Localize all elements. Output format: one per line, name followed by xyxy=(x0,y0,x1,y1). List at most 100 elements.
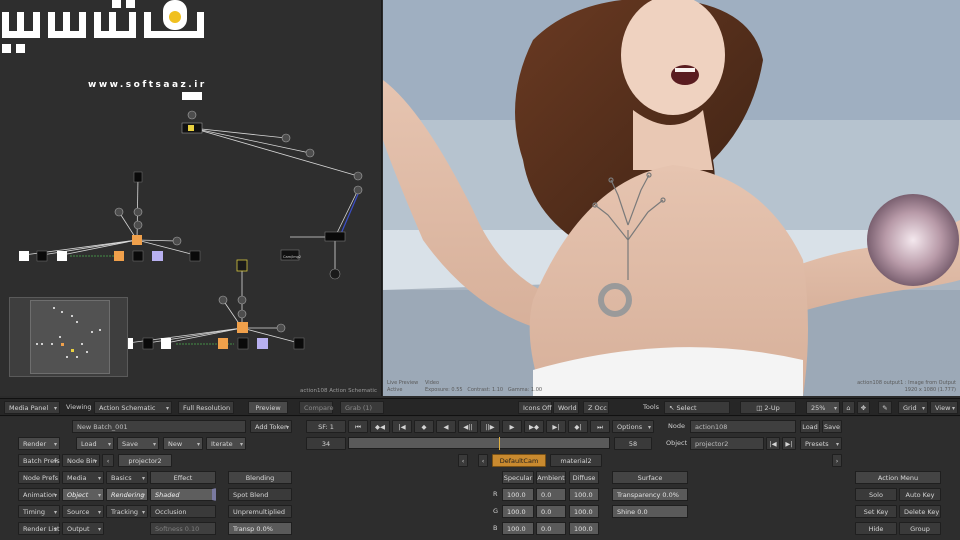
grid-dropdown[interactable]: Grid xyxy=(898,401,928,415)
basics-menu-button[interactable]: Basics xyxy=(106,471,148,485)
diffuse-b-field[interactable]: 100.0 xyxy=(569,522,599,535)
step-forward-icon[interactable]: ▶| xyxy=(546,420,566,433)
render-list-button[interactable]: Render List xyxy=(18,522,60,536)
specular-b-field[interactable]: 100.0 xyxy=(502,522,534,535)
goto-end-icon[interactable]: ⏭ xyxy=(590,420,610,433)
object-name-field[interactable]: projector2 xyxy=(690,437,764,450)
media-menu-button[interactable]: Media xyxy=(62,471,104,485)
view-mode-dropdown[interactable]: Action Schematic xyxy=(94,401,172,415)
tab-defaultcam[interactable]: DefaultCam xyxy=(492,454,546,467)
node-save-button[interactable]: Save xyxy=(822,420,842,433)
icons-off-button[interactable]: Icons Off xyxy=(518,401,552,414)
add-token-dropdown[interactable]: Add Token xyxy=(250,420,292,434)
options-dropdown[interactable]: Options xyxy=(612,420,654,434)
loop-key-icon[interactable]: ◆| xyxy=(568,420,588,433)
frame-back-icon[interactable]: ◀|| xyxy=(458,420,478,433)
ambient-b-field[interactable]: 0.0 xyxy=(536,522,566,535)
iterate-button[interactable]: Iterate xyxy=(206,437,246,451)
prev-object-icon[interactable]: |◀ xyxy=(766,437,780,450)
softness-field[interactable]: Softness 0.10 xyxy=(150,522,216,535)
scroll-right-icon[interactable]: › xyxy=(832,454,842,467)
next-object-icon[interactable]: ▶| xyxy=(782,437,796,450)
select-tool-dropdown[interactable]: ↖ Select xyxy=(664,401,730,414)
preview-button[interactable]: Preview xyxy=(248,401,288,414)
current-frame-field[interactable]: 34 xyxy=(306,437,346,450)
transparency-field[interactable]: Transparency 0.0% xyxy=(612,488,688,501)
ambient-g-field[interactable]: 0.0 xyxy=(536,505,566,518)
scroll-left-icon[interactable]: ‹ xyxy=(458,454,468,467)
step-back-icon[interactable]: |◀ xyxy=(392,420,412,433)
effect-header: Effect xyxy=(150,471,216,484)
load-button[interactable]: Load xyxy=(76,437,114,451)
minimap-viewport[interactable] xyxy=(30,300,110,374)
specular-g-field[interactable]: 100.0 xyxy=(502,505,534,518)
node-bin-button[interactable]: Node Bin xyxy=(62,454,100,468)
viewing-label: Viewing xyxy=(66,403,92,411)
occlusion-toggle[interactable]: Occlusion xyxy=(150,505,216,518)
object-menu-button[interactable]: Object xyxy=(62,488,104,502)
timeline-playhead[interactable] xyxy=(499,437,500,450)
full-resolution-button[interactable]: Full Resolution xyxy=(178,401,234,414)
tab-material[interactable]: material2 xyxy=(550,454,602,467)
timing-menu-button[interactable]: Timing xyxy=(18,505,60,519)
solo-button[interactable]: Solo xyxy=(855,488,897,501)
diffuse-r-field[interactable]: 100.0 xyxy=(569,488,599,501)
transp-field[interactable]: Transp 0.0% xyxy=(228,522,292,535)
home-icon[interactable]: ⌂ xyxy=(842,401,855,414)
z-occ-button[interactable]: Z Occ xyxy=(583,401,609,414)
schematic-minimap[interactable] xyxy=(9,297,128,377)
group-button[interactable]: Group xyxy=(899,522,941,535)
prev-key-icon[interactable]: ◆◀ xyxy=(370,420,390,433)
batch-name-field[interactable]: New Batch_001 xyxy=(72,420,246,433)
play-reverse-icon[interactable]: ◀ xyxy=(436,420,456,433)
end-frame-field[interactable]: 58 xyxy=(614,437,652,450)
hide-button[interactable]: Hide xyxy=(855,522,897,535)
grab-button[interactable]: Grab (1) xyxy=(340,401,384,414)
ambient-r-field[interactable]: 0.0 xyxy=(536,488,566,501)
output-menu-button[interactable]: Output xyxy=(62,522,104,536)
world-button[interactable]: World xyxy=(553,401,579,414)
projector-tab[interactable]: projector2 xyxy=(118,454,172,467)
shaded-toggle[interactable]: Shaded xyxy=(150,488,216,501)
node-prefs-button[interactable]: Node Prefs xyxy=(18,471,60,484)
shine-field[interactable]: Shine 0.0 xyxy=(612,505,688,518)
batch-prefs-button[interactable]: Batch Prefs xyxy=(18,454,60,468)
rendering-menu-button[interactable]: Rendering xyxy=(106,488,148,502)
next-key-icon[interactable]: ▶◆ xyxy=(524,420,544,433)
move-icon[interactable]: ✥ xyxy=(857,401,870,414)
goto-start-icon[interactable]: ⏮ xyxy=(348,420,368,433)
compare-button[interactable]: Compare xyxy=(299,401,334,414)
set-key-button[interactable]: Set Key xyxy=(855,505,897,518)
render-button[interactable]: Render xyxy=(18,437,60,451)
watermark-url: www.softsaaz.ir xyxy=(88,80,207,90)
action-menu-header[interactable]: Action Menu xyxy=(855,471,941,484)
node-name-field[interactable]: action108 xyxy=(690,420,796,433)
scroll-left-small-icon[interactable]: ‹ xyxy=(478,454,488,467)
image-viewer[interactable]: Live Preview Active Video Exposure: 0.55… xyxy=(383,0,960,396)
auto-key-button[interactable]: Auto Key xyxy=(899,488,941,501)
zoom-dropdown[interactable]: 25% xyxy=(806,401,840,415)
play-icon[interactable]: ▶ xyxy=(502,420,522,433)
timeline-scrubber[interactable] xyxy=(348,437,610,450)
pen-icon[interactable]: ✎ xyxy=(878,401,892,414)
animation-menu-button[interactable]: Animation xyxy=(18,488,60,502)
presets-dropdown[interactable]: Presets xyxy=(800,437,842,451)
arrow-left-icon[interactable]: ‹ xyxy=(102,454,114,467)
unpremultiplied-toggle[interactable]: Unpremultiplied xyxy=(228,505,292,518)
specular-r-field[interactable]: 100.0 xyxy=(502,488,534,501)
frame-forward-icon[interactable]: ||▶ xyxy=(480,420,500,433)
start-frame-field[interactable]: SF: 1 xyxy=(306,420,346,433)
tracking-menu-button[interactable]: Tracking xyxy=(106,505,148,519)
spot-blend-toggle[interactable]: Spot Blend xyxy=(228,488,292,501)
action-schematic-panel[interactable]: Cam/Img2 www.softsaaz.ir action108 Actio… xyxy=(0,0,382,396)
new-button[interactable]: New xyxy=(163,437,203,451)
media-panel-dropdown[interactable]: Media Panel xyxy=(4,401,60,415)
two-up-button[interactable]: ◫ 2-Up xyxy=(740,401,796,414)
view-dropdown[interactable]: View xyxy=(930,401,958,415)
diffuse-g-field[interactable]: 100.0 xyxy=(569,505,599,518)
node-load-button[interactable]: Load xyxy=(800,420,820,433)
source-menu-button[interactable]: Source xyxy=(62,505,104,519)
set-key-icon[interactable]: ◆ xyxy=(414,420,434,433)
delete-key-button[interactable]: Delete Key xyxy=(899,505,941,518)
save-button[interactable]: Save xyxy=(117,437,159,451)
